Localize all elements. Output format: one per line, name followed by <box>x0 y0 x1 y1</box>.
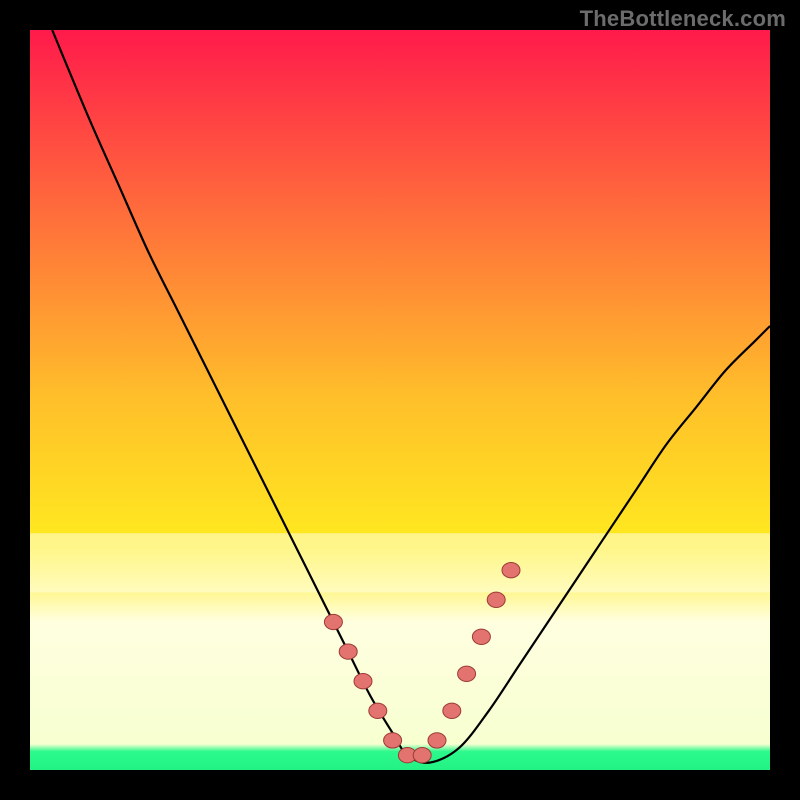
marker-dot <box>443 703 461 718</box>
watermark-text: TheBottleneck.com <box>580 6 786 32</box>
marker-dot <box>487 592 505 607</box>
chart-background <box>30 30 770 770</box>
marker-dot <box>413 748 431 763</box>
chart-plot <box>30 30 770 770</box>
marker-dot <box>428 733 446 748</box>
marker-dot <box>472 629 490 644</box>
marker-dot <box>384 733 402 748</box>
marker-dot <box>354 674 372 689</box>
pale-band <box>30 533 770 592</box>
marker-dot <box>324 614 342 629</box>
marker-dot <box>458 666 476 681</box>
marker-dot <box>502 563 520 578</box>
marker-dot <box>369 703 387 718</box>
marker-dot <box>339 644 357 659</box>
chart-frame: TheBottleneck.com <box>0 0 800 800</box>
